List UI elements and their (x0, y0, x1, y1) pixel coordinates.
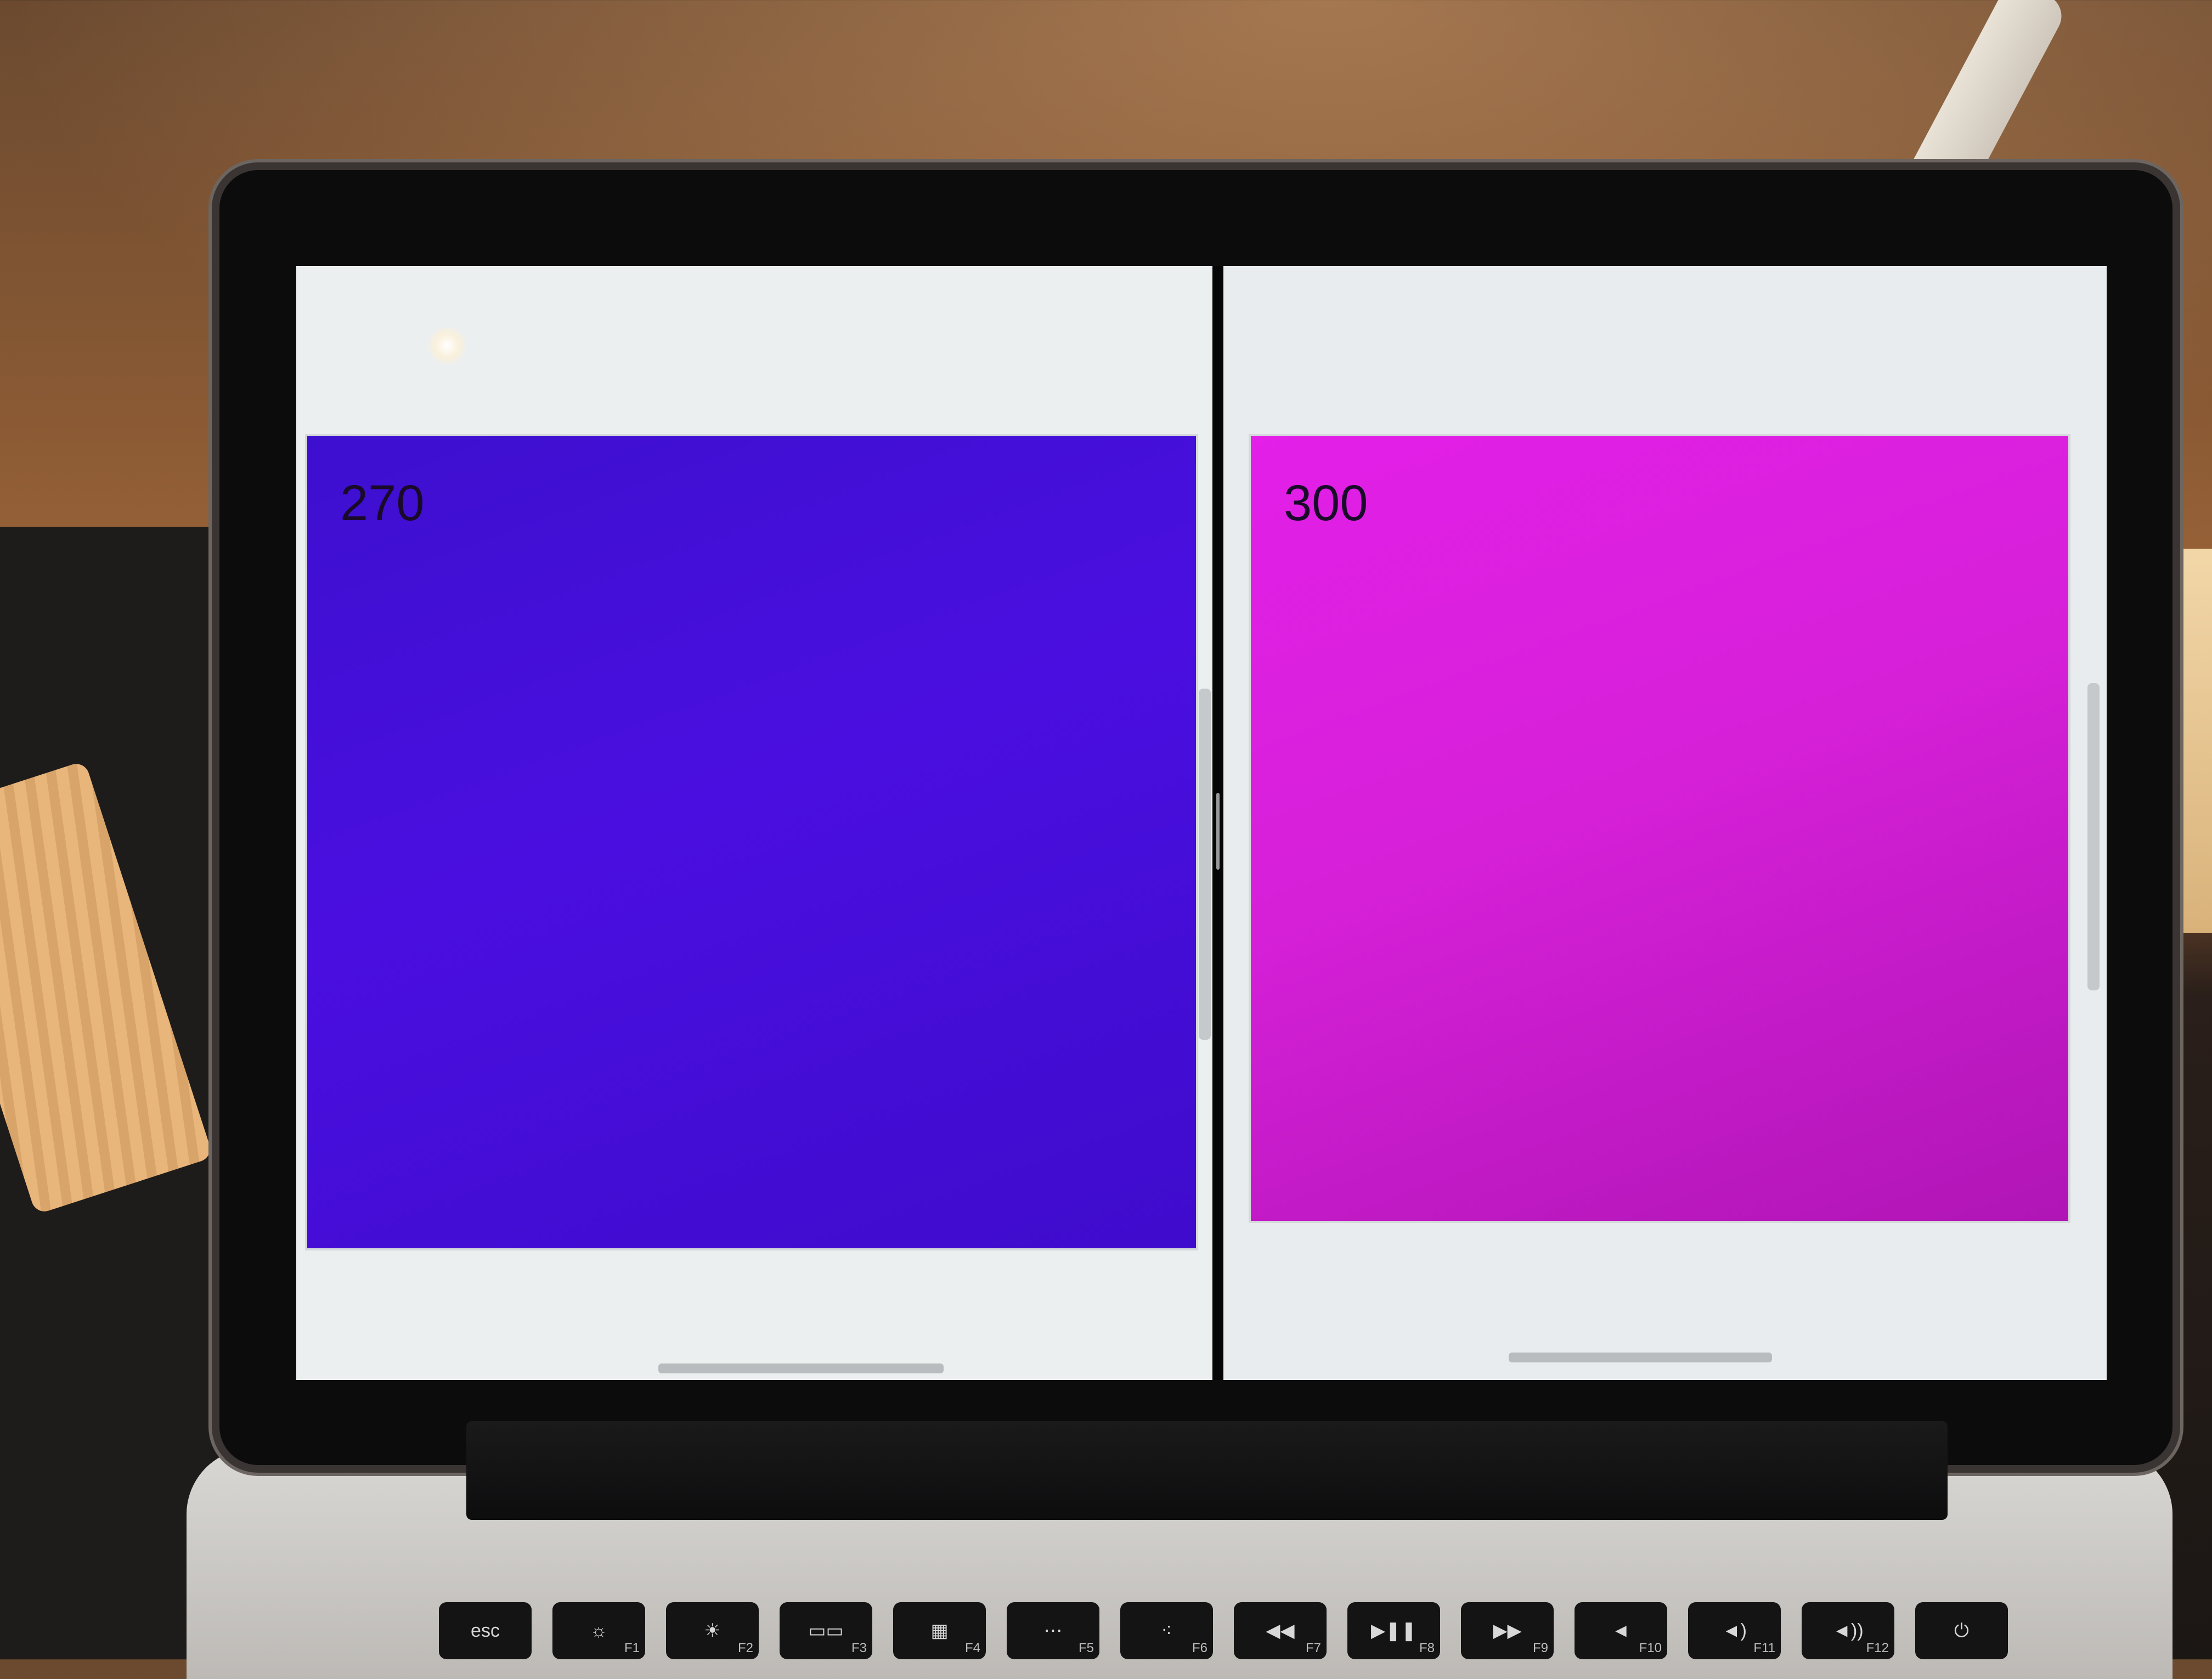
brightness-up-icon: ☀ (704, 1620, 721, 1641)
mute-icon: ◄ (1611, 1620, 1630, 1641)
brightness-down-icon: ☼ (590, 1620, 608, 1641)
light-reflection (428, 326, 466, 365)
key-f3[interactable]: ▭▭ F3 (780, 1602, 872, 1659)
divider-handle[interactable] (1216, 793, 1220, 870)
function-key-label: F8 (1419, 1641, 1435, 1655)
key-f8[interactable]: ▶❚❚ F8 (1347, 1602, 1440, 1659)
key-f11[interactable]: ◄) F11 (1688, 1602, 1781, 1659)
function-key-label: F10 (1639, 1641, 1662, 1655)
vertical-scrollbar[interactable] (2087, 683, 2100, 990)
key-f2[interactable]: ☀ F2 (666, 1602, 759, 1659)
rewind-icon: ◀◀ (1266, 1620, 1295, 1641)
function-key-label: F7 (1305, 1641, 1321, 1655)
play-pause-icon: ▶❚❚ (1370, 1620, 1417, 1641)
key-f9[interactable]: ▶▶ F9 (1461, 1602, 1554, 1659)
right-window-pane: 300 (1223, 266, 2107, 1380)
laptop-screen: 270 300 (296, 266, 2107, 1380)
key-f7[interactable]: ◀◀ F7 (1234, 1602, 1327, 1659)
keyboard-light-up-icon: ⁖ (1161, 1620, 1172, 1641)
function-key-label: F1 (624, 1641, 640, 1655)
mission-control-icon: ▭▭ (808, 1620, 844, 1641)
function-key-label: F6 (1192, 1641, 1207, 1655)
keyboard-light-down-icon: ⋯ (1043, 1620, 1063, 1641)
function-key-label: F9 (1532, 1641, 1548, 1655)
function-key-label: F11 (1753, 1641, 1775, 1655)
function-key-label: F2 (737, 1641, 753, 1655)
key-f4[interactable]: ▦ F4 (893, 1602, 986, 1659)
function-key-row: esc ☼ F1 ☀ F2 ▭▭ F3 ▦ F4 ⋯ F5 ⁖ F6 ◀◀ F7 ▶❚❚ F8 ▶▶ F9 ◄ F10 ◄… (439, 1602, 2008, 1659)
horizontal-scrollbar[interactable] (1509, 1353, 1772, 1362)
color-swatch-left: 270 (307, 436, 1196, 1248)
function-key-label: F5 (1078, 1641, 1094, 1655)
laptop-hinge (466, 1421, 1948, 1520)
function-key-label: F12 (1866, 1641, 1889, 1655)
left-window-pane: 270 (296, 266, 1212, 1380)
launchpad-icon: ▦ (930, 1620, 949, 1641)
volume-up-icon: ◄)) (1832, 1620, 1864, 1641)
esc-key[interactable]: esc (439, 1602, 532, 1659)
vertical-scrollbar[interactable] (1199, 689, 1211, 1040)
fast-forward-icon: ▶▶ (1493, 1620, 1522, 1641)
esc-key: esc (471, 1620, 500, 1641)
key-f5[interactable]: ⋯ F5 (1007, 1602, 1099, 1659)
volume-down-icon: ◄) (1722, 1620, 1747, 1641)
key-power-icon[interactable]: ⏻ (1915, 1602, 2008, 1659)
function-key-label: F4 (964, 1641, 980, 1655)
function-key-label: F3 (851, 1641, 867, 1655)
key-f6[interactable]: ⁖ F6 (1120, 1602, 1213, 1659)
hue-value-label: 270 (340, 475, 425, 531)
power-icon: ⏻ (1954, 1620, 1969, 1641)
key-f10[interactable]: ◄ F10 (1575, 1602, 1667, 1659)
key-f12[interactable]: ◄)) F12 (1802, 1602, 1894, 1659)
key-f1[interactable]: ☼ F1 (552, 1602, 645, 1659)
hue-value-label: 300 (1284, 475, 1368, 531)
horizontal-scrollbar[interactable] (658, 1364, 944, 1373)
color-swatch-right: 300 (1251, 436, 2068, 1221)
